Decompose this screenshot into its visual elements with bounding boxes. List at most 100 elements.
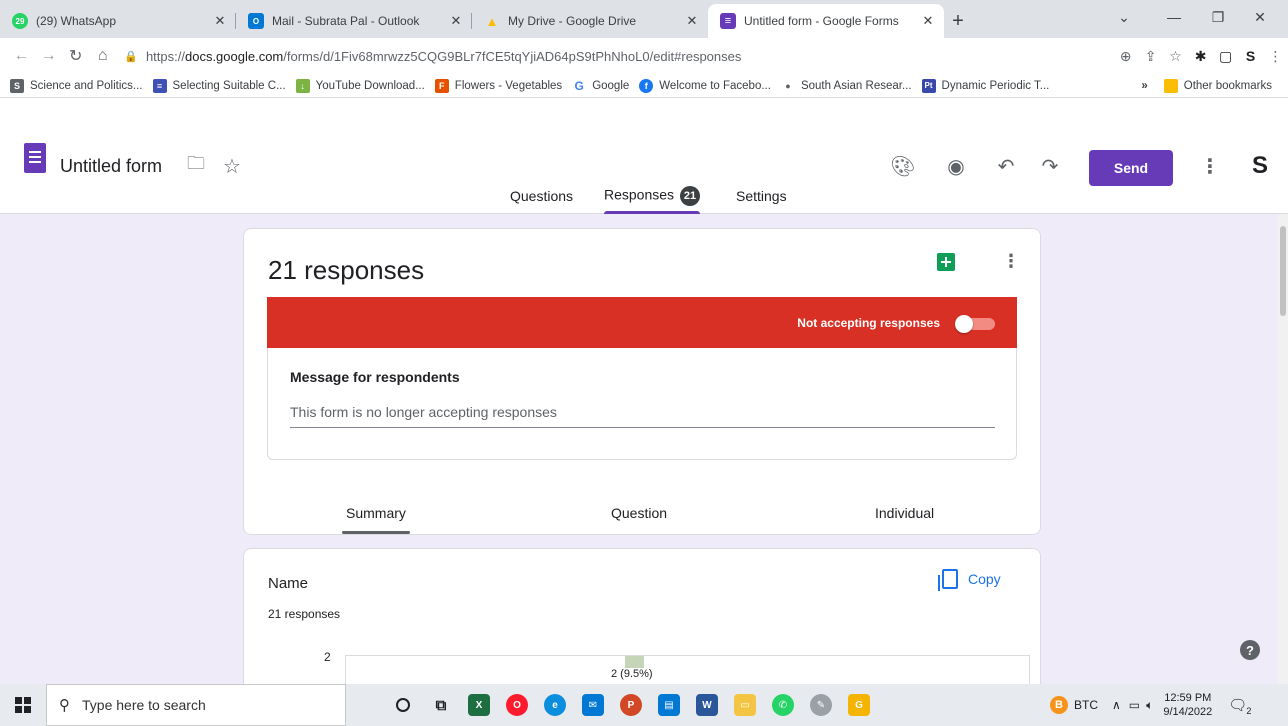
side-panel-icon[interactable]: ▢	[1213, 43, 1238, 69]
bookmark-item[interactable]: F Flowers - Vegetables	[434, 78, 562, 93]
back-button[interactable]: ←	[10, 44, 33, 68]
google-forms-logo-icon[interactable]	[24, 143, 46, 173]
bookmark-label: Google	[592, 79, 630, 92]
taskbar-search-input[interactable]: ⚲ Type here to search	[46, 684, 346, 726]
reload-button[interactable]: ↻	[64, 44, 87, 68]
star-icon[interactable]: ☆	[218, 152, 246, 180]
account-avatar[interactable]: S	[1246, 152, 1274, 180]
bookmark-item[interactable]: Pt Dynamic Periodic T...	[921, 78, 1049, 93]
lock-icon: 🔒	[124, 50, 138, 63]
bookmark-item[interactable]: f Welcome to Facebo...	[639, 78, 771, 93]
browser-tab-outlook[interactable]: O Mail - Subrata Pal - Outlook ✕	[236, 4, 472, 38]
page-scrollbar[interactable]	[1278, 214, 1288, 684]
bookmark-item[interactable]: S Science and Politics...	[10, 78, 143, 93]
other-bookmarks-folder[interactable]: Other bookmarks	[1163, 78, 1272, 93]
mail-icon[interactable]: ✉	[574, 684, 612, 726]
tab-search-icon[interactable]: ⌄	[1104, 0, 1144, 34]
home-button[interactable]: ⌂	[91, 44, 114, 68]
share-icon[interactable]: ⇪	[1138, 43, 1163, 69]
bitcoin-icon[interactable]: B	[1050, 696, 1068, 714]
battery-icon[interactable]: ▭	[1129, 698, 1140, 712]
chrome-canary-icon[interactable]: G	[840, 684, 878, 726]
minimize-button[interactable]: —	[1154, 0, 1194, 34]
close-icon[interactable]: ✕	[212, 13, 228, 29]
scrollbar-thumb[interactable]	[1280, 226, 1286, 316]
bookmark-label: Welcome to Facebo...	[659, 79, 771, 92]
more-options-icon[interactable]: ⋮	[1196, 152, 1224, 180]
browser-tab-drive[interactable]: ▲ My Drive - Google Drive ✕	[472, 4, 708, 38]
redo-icon[interactable]: ↷	[1036, 152, 1064, 180]
chart-bar-label: 2 (9.5%)	[611, 668, 653, 680]
powerpoint-icon[interactable]: P	[612, 684, 650, 726]
message-input[interactable]: This form is no longer accepting respons…	[290, 400, 995, 428]
google-sheets-icon[interactable]	[937, 253, 955, 271]
cortana-icon[interactable]	[384, 684, 422, 726]
subtab-question[interactable]: Question	[611, 505, 667, 521]
more-bookmarks-button[interactable]: »	[1141, 80, 1147, 92]
search-icon: ⚲	[59, 697, 70, 714]
notifications-icon[interactable]: 🗨︎ 2	[1228, 696, 1251, 716]
google-icon: G	[574, 78, 584, 93]
store-icon[interactable]: ▤	[650, 684, 688, 726]
clock[interactable]: 12:59 PM 9/14/2022	[1163, 691, 1212, 719]
edge-icon[interactable]: e	[536, 684, 574, 726]
opera-icon[interactable]: O	[498, 684, 536, 726]
browser-toolbar: ← → ↻ ⌂ 🔒 https://docs.google.com/forms/…	[0, 38, 1288, 74]
bookmark-star-icon[interactable]: ☆	[1163, 43, 1188, 69]
close-icon[interactable]: ✕	[448, 13, 464, 29]
whatsapp-icon[interactable]: ✆	[764, 684, 802, 726]
bookmark-item[interactable]: ↓ YouTube Download...	[295, 78, 425, 93]
forward-button[interactable]: →	[37, 44, 60, 68]
copy-label: Copy	[968, 571, 1001, 587]
send-button[interactable]: Send	[1089, 150, 1173, 186]
browser-menu-icon[interactable]: ⋮	[1263, 43, 1288, 69]
new-tab-button[interactable]: +	[944, 7, 972, 35]
volume-icon[interactable]: 🔈︎	[1146, 698, 1153, 713]
profile-avatar[interactable]: S	[1238, 43, 1263, 69]
close-window-button[interactable]: ✕	[1240, 0, 1280, 34]
file-explorer-icon[interactable]: ▭	[726, 684, 764, 726]
close-icon[interactable]: ✕	[684, 13, 700, 29]
btc-ticker[interactable]: BTC	[1074, 698, 1098, 712]
task-view-icon[interactable]: ⧉	[422, 684, 460, 726]
browser-tab-title: Mail - Subrata Pal - Outlook	[272, 14, 420, 28]
subtab-individual[interactable]: Individual	[875, 505, 934, 521]
folder-icon[interactable]: 🗀	[182, 152, 210, 180]
extensions-icon[interactable]: ✱	[1188, 43, 1213, 69]
copy-chart-button[interactable]: Copy	[938, 569, 1001, 591]
undo-icon[interactable]: ↶	[992, 152, 1020, 180]
form-title[interactable]: Untitled form	[60, 156, 162, 177]
chart-bar	[625, 656, 645, 668]
subtab-summary[interactable]: Summary	[342, 505, 410, 534]
tab-questions[interactable]: Questions	[510, 188, 573, 204]
globe-icon: ●	[785, 80, 791, 91]
restore-button[interactable]: ❐	[1198, 0, 1238, 34]
accepting-responses-toggle[interactable]	[955, 315, 995, 333]
notification-count: 2	[1246, 706, 1252, 716]
accepting-responses-bar: Not accepting responses	[267, 297, 1017, 348]
tab-settings[interactable]: Settings	[736, 188, 787, 204]
tab-responses[interactable]: Responses 21	[604, 186, 701, 214]
close-icon[interactable]: ✕	[920, 13, 936, 29]
help-icon[interactable]: ?	[1240, 640, 1260, 660]
paint-icon[interactable]: ✎	[802, 684, 840, 726]
palette-icon[interactable]: 🎨︎	[889, 152, 917, 180]
responses-heading: 21 responses	[268, 255, 425, 285]
bookmark-item[interactable]: G Google	[572, 78, 630, 93]
preview-eye-icon[interactable]: ◉	[942, 152, 970, 180]
zoom-icon[interactable]: ⊕	[1113, 43, 1138, 69]
windows-start-icon[interactable]	[0, 684, 46, 726]
more-options-icon[interactable]: ⋮	[1002, 251, 1020, 272]
bookmark-item[interactable]: ● South Asian Resear...	[781, 79, 911, 93]
question-title: Name	[268, 575, 309, 592]
browser-tabstrip: 29 (29) WhatsApp ✕ O Mail - Subrata Pal …	[0, 0, 1288, 38]
system-tray: B BTC ∧ ▭ 🔈︎ 12:59 PM 9/14/2022 🗨︎ 2	[1050, 684, 1251, 726]
word-icon[interactable]: W	[688, 684, 726, 726]
address-bar[interactable]: 🔒 https://docs.google.com/forms/d/1Fiv68…	[124, 42, 1085, 70]
chevron-up-icon[interactable]: ∧	[1112, 698, 1121, 712]
browser-tab-whatsapp[interactable]: 29 (29) WhatsApp ✕	[0, 4, 236, 38]
bookmark-item[interactable]: ≡ Selecting Suitable C...	[152, 78, 286, 93]
excel-icon[interactable]: X	[460, 684, 498, 726]
responses-card: 21 responses ⋮ Not accepting responses M…	[243, 228, 1041, 535]
browser-tab-forms[interactable]: ≡ Untitled form - Google Forms ✕	[708, 4, 944, 38]
